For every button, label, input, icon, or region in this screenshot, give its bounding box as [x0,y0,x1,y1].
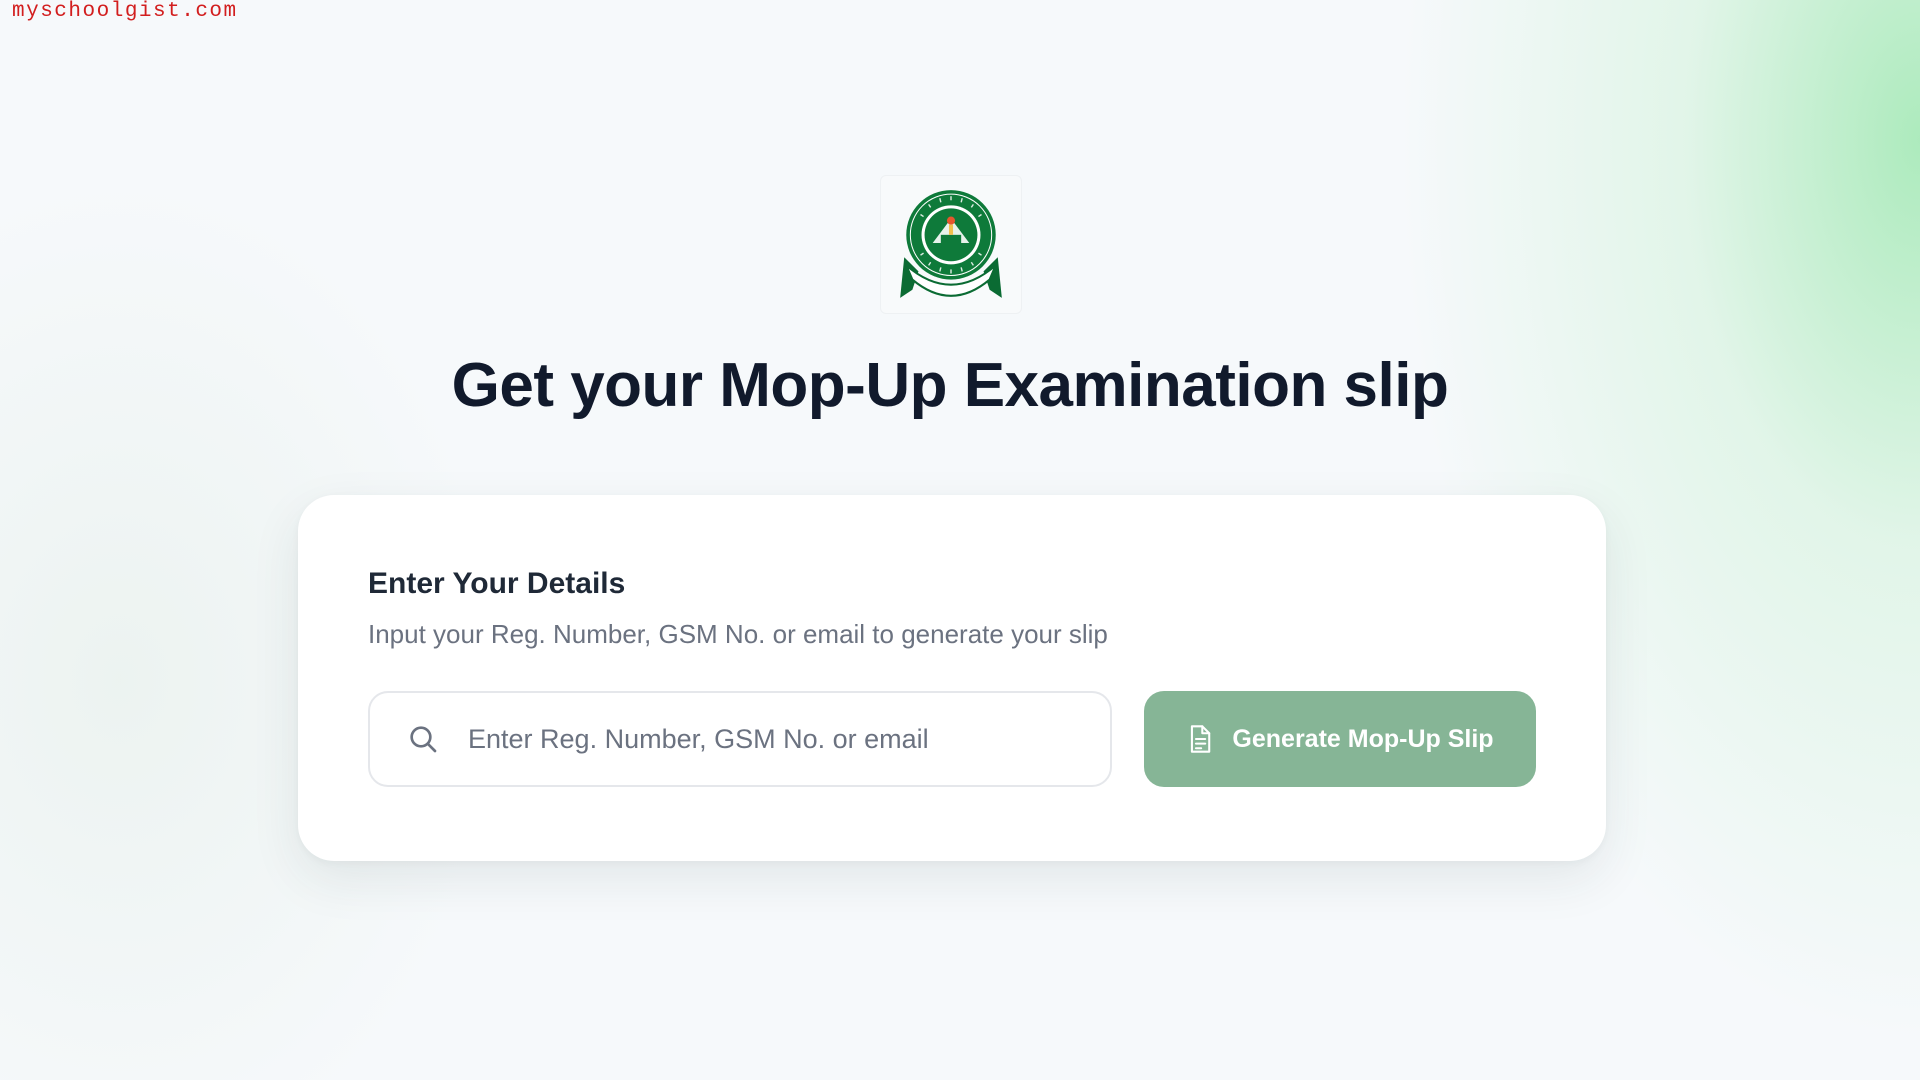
generate-slip-button[interactable]: Generate Mop-Up Slip [1144,691,1536,787]
document-icon [1186,723,1216,755]
search-input[interactable] [466,722,1070,756]
jamb-seal-icon [900,189,1002,298]
generate-slip-label: Generate Mop-Up Slip [1232,724,1494,753]
page-title: Get your Mop-Up Examination slip [451,351,1449,420]
watermark-text: myschoolgist.com [12,0,238,23]
details-card: Enter Your Details Input your Reg. Numbe… [298,495,1606,861]
card-title: Enter Your Details [368,567,626,600]
search-field[interactable] [368,691,1112,787]
card-subtitle: Input your Reg. Number, GSM No. or email… [368,619,1108,649]
jamb-logo [880,175,1022,314]
search-icon [406,722,440,756]
